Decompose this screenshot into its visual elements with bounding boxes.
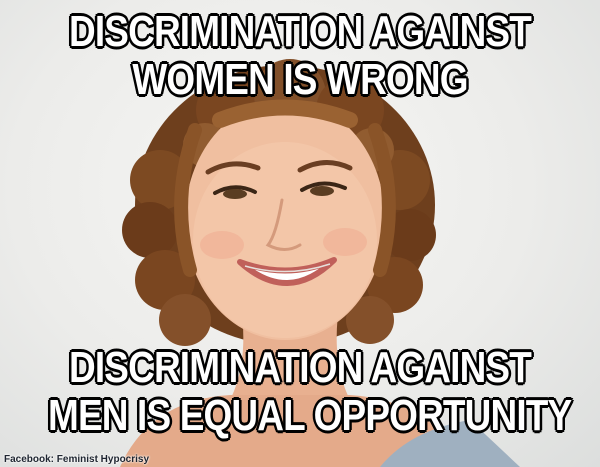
top-caption: DISCRIMINATION AGAINST WOMEN IS WRONG [48, 8, 552, 104]
top-caption-line-2: WOMEN IS WRONG [132, 55, 468, 104]
bottom-caption-line-1: DISCRIMINATION AGAINST [69, 343, 532, 392]
bottom-caption-line-2: MEN IS EQUAL OPPORTUNITY [48, 391, 572, 440]
meme-image: DISCRIMINATION AGAINST WOMEN IS WRONG DI… [0, 0, 600, 467]
source-credit: Facebook: Feminist Hypocrisy [4, 454, 150, 465]
top-caption-line-1: DISCRIMINATION AGAINST [69, 7, 532, 56]
bottom-caption: DISCRIMINATION AGAINST MEN IS EQUAL OPPO… [48, 343, 572, 440]
face [185, 100, 385, 340]
